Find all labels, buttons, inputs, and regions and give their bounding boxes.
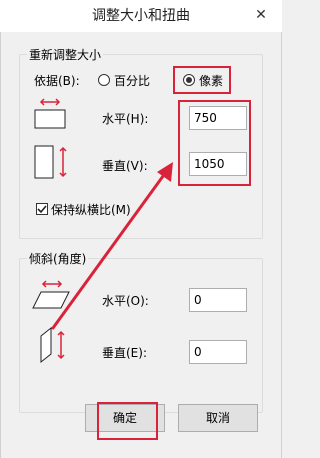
title-bar: 调整大小和扭曲 ✕ [0,0,282,33]
close-icon[interactable]: ✕ [248,3,274,27]
annotation-arrow-icon [51,162,173,330]
dialog-body: 重新调整大小 依据(B): 百分比 像素 水平(H): 750 垂直(V): 1… [0,32,282,458]
window-title: 调整大小和扭曲 [92,8,190,24]
